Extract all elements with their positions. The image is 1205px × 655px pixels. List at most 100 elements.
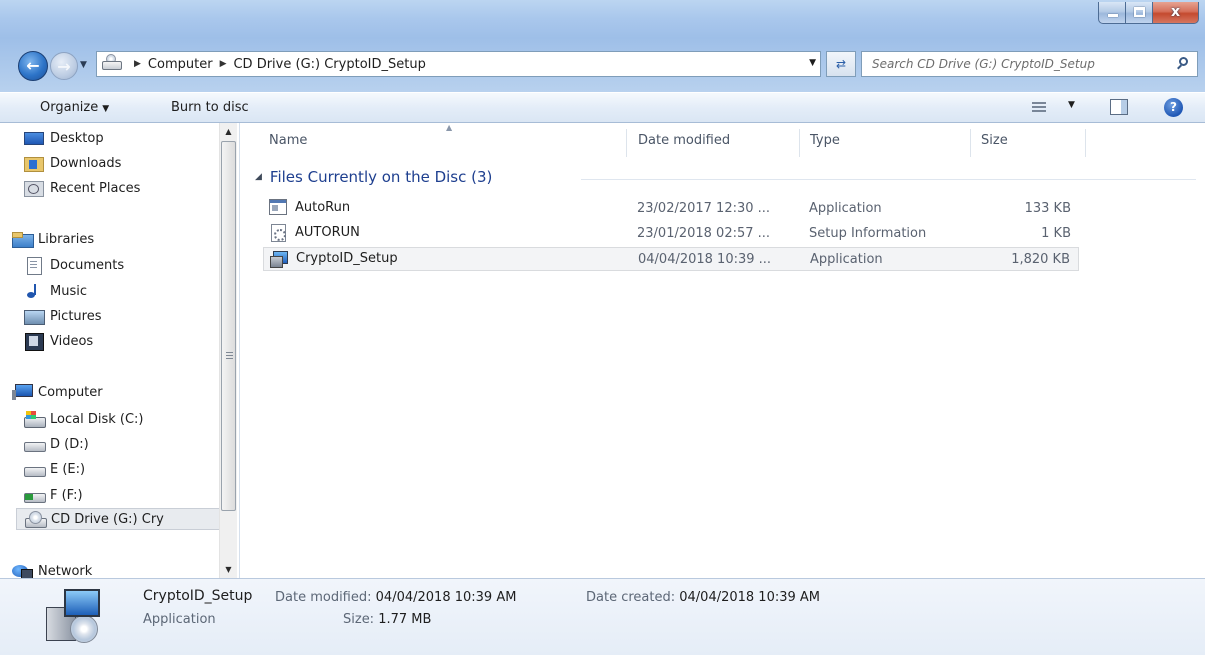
file-type: Setup Information <box>809 226 927 241</box>
column-divider[interactable] <box>1085 129 1086 157</box>
breadcrumb-separator-icon[interactable]: ▶ <box>220 59 227 69</box>
column-divider[interactable] <box>799 129 800 157</box>
libraries-icon <box>12 231 34 248</box>
navigation-scrollbar[interactable]: ▲ ▼ <box>219 123 237 578</box>
column-divider[interactable] <box>626 129 627 157</box>
sidebar-item-documents[interactable]: Documents <box>24 254 124 276</box>
sidebar-item-label: Local Disk (C:) <box>50 411 144 427</box>
grip-icon <box>226 352 233 359</box>
column-divider[interactable] <box>970 129 971 157</box>
sidebar-item-desktop[interactable]: Desktop <box>24 127 104 149</box>
music-icon <box>24 283 44 299</box>
chevron-down-icon: ▼ <box>1068 100 1075 110</box>
details-size: Size: 1.77 MB <box>343 612 431 627</box>
close-icon: x <box>1170 4 1181 20</box>
help-button[interactable]: ? <box>1164 98 1183 117</box>
date-modified-value: 04/04/2018 10:39 AM <box>375 590 517 605</box>
setup-information-icon <box>269 224 287 242</box>
sidebar-item-pictures[interactable]: Pictures <box>24 305 101 327</box>
address-row: ← → ▼ ▶ Computer ▶ CD Drive (G:) CryptoI… <box>0 38 1205 92</box>
forward-button[interactable]: → <box>50 52 78 80</box>
details-file-name: CryptoID_Setup <box>143 588 253 604</box>
table-row[interactable]: CryptoID_Setup 04/04/2018 10:39 ... Appl… <box>263 247 1079 271</box>
preview-pane-button[interactable] <box>1110 99 1128 115</box>
breadcrumb-cd-drive[interactable]: CD Drive (G:) CryptoID_Setup <box>233 57 425 72</box>
sidebar-item-drive-d[interactable]: D (D:) <box>24 433 89 455</box>
group-header[interactable]: ◢ Files Currently on the Disc (3) <box>255 167 492 187</box>
sidebar-item-label: D (D:) <box>50 436 89 452</box>
preview-pane-icon <box>1121 100 1127 114</box>
drive-icon <box>24 461 46 477</box>
table-row[interactable]: AUTORUN 23/01/2018 02:57 ... Setup Infor… <box>263 222 1079 246</box>
maximize-button[interactable] <box>1126 2 1153 24</box>
file-size: 1,820 KB <box>1011 252 1070 267</box>
sidebar-item-computer[interactable]: Computer <box>12 381 103 403</box>
recent-pages-dropdown[interactable]: ▼ <box>80 60 92 72</box>
burn-to-disc-label: Burn to disc <box>171 100 249 115</box>
group-divider <box>581 179 1196 180</box>
sidebar-item-cd-drive-g[interactable]: CD Drive (G:) Cry <box>16 508 222 530</box>
column-header-name[interactable]: Name <box>269 133 307 148</box>
file-type: Application <box>810 252 883 267</box>
back-arrow-icon: ← <box>26 56 40 75</box>
column-header-size[interactable]: Size <box>981 133 1008 148</box>
search-icon[interactable] <box>1177 57 1189 70</box>
sidebar-item-drive-f[interactable]: F (F:) <box>24 484 83 506</box>
navigation-pane: Desktop Downloads Recent Places Librarie… <box>0 123 240 579</box>
sidebar-item-label: E (E:) <box>50 461 86 477</box>
pictures-icon <box>24 308 45 325</box>
sidebar-item-local-disk-c[interactable]: Local Disk (C:) <box>24 408 143 430</box>
sidebar-item-drive-e[interactable]: E (E:) <box>24 458 85 480</box>
collapse-group-icon[interactable]: ◢ <box>255 172 262 182</box>
column-header-type[interactable]: Type <box>810 133 840 148</box>
window-controls: x <box>1098 2 1199 26</box>
size-value: 1.77 MB <box>378 612 432 627</box>
installer-icon <box>46 589 102 643</box>
address-dropdown-icon[interactable]: ▼ <box>809 58 816 68</box>
date-created-label: Date created: <box>586 590 676 605</box>
application-icon <box>269 199 287 215</box>
change-view-button[interactable]: ▼ <box>1030 99 1080 117</box>
column-header-date-modified[interactable]: Date modified <box>638 133 730 148</box>
address-bar[interactable]: ▶ Computer ▶ CD Drive (G:) CryptoID_Setu… <box>96 51 821 77</box>
breadcrumb-separator-icon[interactable]: ▶ <box>134 59 141 69</box>
sort-ascending-icon: ▲ <box>446 123 453 132</box>
installer-icon <box>270 250 288 268</box>
sidebar-item-recent-places[interactable]: Recent Places <box>24 177 140 199</box>
sidebar-item-videos[interactable]: Videos <box>24 330 93 352</box>
recent-places-icon <box>24 180 44 197</box>
file-date: 04/04/2018 10:39 ... <box>638 252 772 267</box>
computer-icon <box>12 384 33 400</box>
sidebar-item-label: Documents <box>50 257 125 273</box>
sidebar-item-label: Pictures <box>50 308 102 324</box>
details-file-type: Application <box>143 612 216 627</box>
minimize-button[interactable] <box>1098 2 1126 24</box>
file-date: 23/01/2018 02:57 ... <box>637 226 771 241</box>
sidebar-item-label: Desktop <box>50 130 104 146</box>
scrollbar-thumb[interactable] <box>221 141 236 511</box>
scroll-down-icon[interactable]: ▼ <box>220 561 237 578</box>
size-label: Size: <box>343 612 375 627</box>
refresh-button[interactable]: ⇄ <box>826 51 856 77</box>
downloads-icon <box>24 155 44 172</box>
sidebar-item-label: Recent Places <box>50 180 141 196</box>
back-button[interactable]: ← <box>18 51 48 81</box>
file-name: CryptoID_Setup <box>296 250 398 266</box>
sidebar-item-downloads[interactable]: Downloads <box>24 152 121 174</box>
table-row[interactable]: AutoRun 23/02/2017 12:30 ... Application… <box>263 197 1079 221</box>
title-bar: x <box>0 0 1205 38</box>
scroll-up-icon[interactable]: ▲ <box>220 123 237 140</box>
sidebar-item-label: CD Drive (G:) Cry <box>51 511 164 527</box>
details-pane: CryptoID_Setup Application Date modified… <box>0 578 1205 655</box>
search-box[interactable]: Search CD Drive (G:) CryptoID_Setup <box>861 51 1198 77</box>
videos-icon <box>24 333 44 351</box>
sidebar-item-libraries[interactable]: Libraries <box>12 228 94 250</box>
organize-menu[interactable]: Organize ▼ <box>40 100 109 115</box>
documents-icon <box>24 257 44 275</box>
close-button[interactable]: x <box>1153 2 1199 24</box>
details-view-icon <box>1032 102 1046 113</box>
details-date-created: Date created: 04/04/2018 10:39 AM <box>586 590 820 605</box>
burn-to-disc-button[interactable]: Burn to disc <box>171 100 249 115</box>
sidebar-item-music[interactable]: Music <box>24 280 87 302</box>
breadcrumb-computer[interactable]: Computer <box>148 57 213 72</box>
